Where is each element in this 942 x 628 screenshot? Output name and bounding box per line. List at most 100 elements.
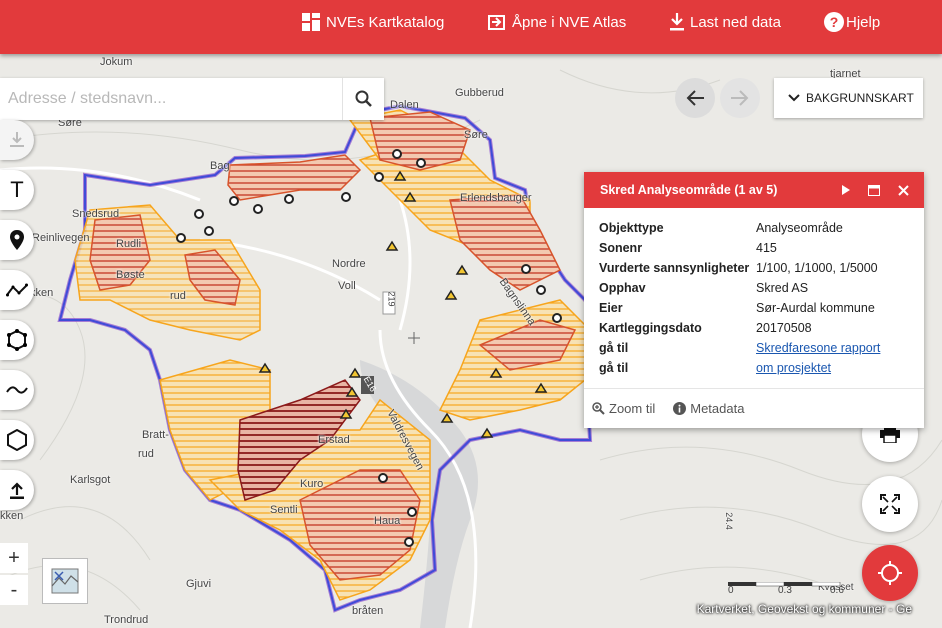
place-label: Jokum	[100, 56, 133, 68]
info-icon	[673, 402, 687, 415]
play-icon	[842, 185, 850, 195]
fullscreen-button[interactable]	[862, 476, 918, 532]
map-pin-icon	[10, 230, 24, 250]
attribute-key: Vurderte sannsynligheter	[599, 261, 750, 275]
attribute-row: Eier Sør-Aurdal kommune	[599, 298, 924, 318]
place-label: Nordre	[332, 258, 366, 270]
attribute-row: gå til Skredfaresone rapport	[599, 338, 924, 358]
feature-info-popup: Skred Analyseområde (1 av 5) Objekttype A…	[584, 172, 924, 428]
attribute-key: Sonenr	[599, 241, 643, 255]
search-button[interactable]	[342, 78, 384, 120]
search-input[interactable]	[0, 78, 342, 120]
place-label: Bratt-	[142, 429, 169, 441]
place-label: Gubberud	[455, 87, 504, 99]
help-label: Hjelp	[846, 13, 881, 31]
chevron-down-icon	[788, 94, 800, 102]
zoom-out-label: -	[10, 578, 18, 601]
popup-header: Skred Analyseområde (1 av 5)	[584, 172, 924, 208]
place-label: Gjuvi	[186, 578, 212, 590]
attribute-row: gå til om prosjektet	[599, 358, 924, 378]
popup-footer: Zoom til Metadata	[584, 388, 924, 428]
help-icon: ?	[824, 12, 844, 32]
attribute-value: 1/100, 1/1000, 1/5000	[756, 261, 878, 275]
place-label: Erstad	[318, 434, 350, 446]
place-label: rud	[138, 448, 154, 460]
download-label: Last ned data	[690, 13, 781, 31]
metadata-label: Metadata	[690, 401, 745, 416]
freehand-icon	[6, 386, 28, 394]
place-label: bråten	[352, 605, 384, 617]
maximize-button[interactable]	[862, 172, 886, 208]
crosshair-icon	[878, 561, 902, 585]
open-atlas-link[interactable]: Åpne i NVE Atlas	[488, 0, 626, 44]
forward-button[interactable]	[720, 78, 760, 118]
zoom-to-label: Zoom til	[609, 401, 656, 416]
attribute-value: 20170508	[756, 321, 812, 335]
open-external-icon	[488, 15, 505, 30]
overview-map-button[interactable]	[42, 558, 88, 604]
place-label: Sentli	[270, 504, 298, 516]
road-label: 24.4	[723, 512, 734, 530]
catalog-link[interactable]: NVEs Kartkatalog	[302, 0, 444, 44]
next-feature-button[interactable]	[834, 172, 858, 208]
place-label: rud	[170, 290, 186, 302]
attribute-key: Opphav	[599, 281, 646, 295]
scale-label: 0.6	[830, 585, 844, 596]
scale-bar: 0 0.3 0.6	[728, 577, 848, 596]
fullscreen-icon	[880, 494, 900, 514]
close-icon	[897, 184, 909, 196]
attribute-value: 415	[756, 241, 777, 255]
attribute-value: om prosjektet	[756, 361, 831, 375]
maximize-icon	[868, 184, 880, 196]
place-label: Karlsgot	[70, 474, 111, 486]
place-label: Dalen	[390, 99, 419, 111]
place-label: kken	[0, 510, 24, 522]
upload-icon	[10, 482, 24, 499]
help-link[interactable]: ? Hjelp	[824, 0, 880, 44]
attribute-row: Kartleggingsdato 20170508	[599, 318, 924, 338]
background-map-button[interactable]: BAKGRUNNSKART	[774, 78, 923, 118]
zoom-in-label: +	[8, 546, 20, 569]
attribute-key: gå til	[599, 361, 629, 375]
popup-body: Objekttype Analyseområde Sonenr 415 Vurder…	[584, 208, 924, 378]
attribute-key: Kartleggingsdato	[599, 321, 702, 335]
top-bar: NVEs Kartkatalog Åpne i NVE Atlas Last n…	[0, 0, 942, 54]
search-icon	[355, 90, 372, 107]
attribute-value: Skred AS	[756, 281, 809, 295]
place-label: Bag	[210, 160, 230, 172]
back-button[interactable]	[675, 78, 715, 118]
attribute-row: Vurderte sannsynligheter 1/100, 1/1000, 1…	[599, 258, 924, 278]
report-link[interactable]: Skredfaresone rapport	[756, 341, 880, 355]
zoom-out-button[interactable]: -	[0, 575, 28, 605]
polyline-icon	[6, 283, 28, 297]
close-button[interactable]	[891, 172, 915, 208]
place-label: Voll	[338, 280, 356, 292]
background-map-label: BAKGRUNNSKART	[806, 91, 914, 105]
attribute-value: Sør-Aurdal kommune	[756, 301, 875, 315]
project-link[interactable]: om prosjektet	[756, 361, 831, 375]
scale-label: 0.3	[778, 585, 792, 596]
zoom-in-icon	[592, 402, 605, 415]
place-label: Haua	[374, 515, 401, 527]
place-label: Søre	[464, 129, 488, 141]
metadata-button[interactable]: Metadata	[673, 401, 744, 416]
attribute-row: Objekttype Analyseområde	[599, 218, 924, 238]
place-label: Snedsrud	[72, 208, 120, 220]
locate-me-button[interactable]	[862, 545, 918, 601]
arrow-right-icon	[731, 90, 749, 106]
attribute-value: Analyseområde	[756, 221, 843, 235]
place-label: Trondrud	[104, 614, 149, 626]
popup-title: Skred Analyseområde (1 av 5)	[600, 183, 778, 197]
zoom-to-button[interactable]: Zoom til	[592, 401, 655, 416]
grid-icon	[302, 13, 320, 31]
place-label: Kuro	[300, 478, 324, 490]
arrow-left-icon	[686, 90, 704, 106]
place-label: Erlendsbauger	[460, 192, 532, 204]
zoom-in-button[interactable]: +	[0, 543, 28, 573]
download-icon	[10, 132, 24, 147]
place-label: Reinlivegen	[32, 232, 90, 244]
attribute-key: Eier	[599, 301, 623, 315]
attribute-key: Objekttype	[599, 221, 664, 235]
download-link[interactable]: Last ned data	[670, 0, 781, 44]
map-attribution: Kartverket, Geovekst og kommuner - Ge	[696, 602, 912, 616]
